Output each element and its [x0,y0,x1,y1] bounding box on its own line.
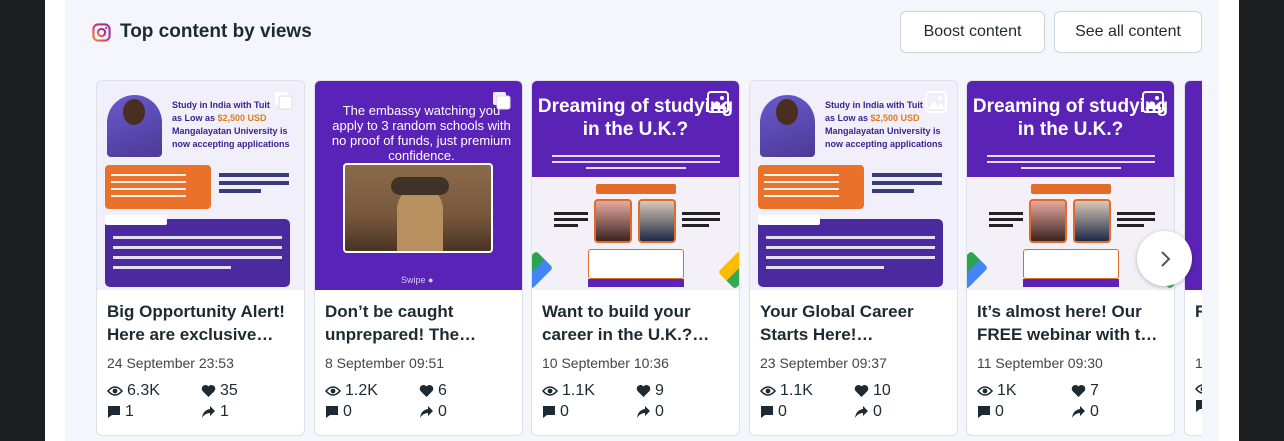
section-header: Top content by views [92,14,312,50]
shares-stat: 0 [854,403,948,421]
university-logo [872,173,942,197]
boost-content-button[interactable]: Boost content [900,11,1045,53]
speaker-photo [638,199,676,243]
chevron-right-icon [1160,250,1170,267]
eye-icon [760,386,776,396]
views-stat: 1.2K [325,382,419,400]
comment-icon [978,406,990,418]
shares-stat: 0 [1071,403,1165,421]
post-date: 8 September 09:51 [325,355,445,371]
heart-icon [636,385,651,397]
post-stats: 1.2K 6 0 0 [325,382,512,421]
post-thumbnail[interactable]: The embassy watching you apply to 3 rand… [315,81,522,290]
post-stats: 1.1K 10 0 0 [760,382,947,421]
likes-stat: 10 [854,382,948,400]
university-logo [219,173,289,197]
post-thumbnail[interactable]: Study in India with Tuit as Low as $2,500… [750,81,957,290]
post-caption: R j… [1195,300,1202,346]
content-card[interactable]: The embassy watching you apply to 3 rand… [314,80,523,436]
eye-icon [977,386,993,396]
comment-icon [108,406,120,418]
comments-stat: 0 [542,403,636,421]
share-icon [637,406,650,418]
shares-stat: 0 [636,403,730,421]
post-caption: Don’t be caught unprepared! The… [325,302,477,344]
share-icon [855,406,868,418]
comment-icon [1196,400,1202,412]
post-stats: 6.3K 35 1 1 [107,382,294,421]
comment-icon [761,406,773,418]
eye-icon [1195,384,1202,394]
likes-stat: 35 [201,382,295,400]
meerkat-photo [343,163,493,253]
post-date: 1( [1195,355,1202,371]
shares-stat: 1 [201,403,295,421]
heart-icon [1071,385,1086,397]
share-icon [1072,406,1085,418]
comment-icon [326,406,338,418]
comments-stat: 1 [107,403,201,421]
carousel-next-button[interactable] [1137,231,1192,286]
comment-icon [543,406,555,418]
heart-icon [419,385,434,397]
views-stat: 1K [977,382,1071,400]
instagram-icon [92,22,111,42]
likes-stat: 9 [636,382,730,400]
thumbnail-text: The embassy watching you apply to 3 rand… [331,103,512,163]
post-caption: Your Global Career Starts Here!… [760,302,914,344]
content-card[interactable]: Study in India with Tuit as Low as $2,500… [749,80,958,436]
share-icon [420,406,433,418]
views-stat [1195,382,1202,396]
post-caption: Want to build your career in the U.K.?… [542,302,710,344]
content-card[interactable]: Study in India with Tuit as Low as $2,500… [96,80,305,436]
post-stats: 1.1K 9 0 0 [542,382,729,421]
carousel-icon [275,92,293,110]
eye-icon [542,386,558,396]
likes-stat: 6 [419,382,513,400]
heart-icon [854,385,869,397]
post-thumbnail[interactable]: Dreaming of studying in the U.K.? [532,81,739,290]
eye-icon [325,386,341,396]
share-icon [202,406,215,418]
post-caption: It’s almost here! Our FREE webinar with … [977,302,1158,344]
section-title: Top content by views [120,21,312,42]
views-stat: 1.1K [760,382,854,400]
heart-icon [201,385,216,397]
post-date: 23 September 09:37 [760,355,887,371]
comments-stat [1195,399,1202,413]
comments-stat: 0 [977,403,1071,421]
image-icon [1142,91,1164,113]
speaker-photo [1073,199,1111,243]
post-stats [1195,382,1202,413]
eye-icon [107,386,123,396]
post-stats: 1K 7 0 0 [977,382,1164,421]
post-date: 24 September 23:53 [107,355,234,371]
comments-stat: 0 [325,403,419,421]
views-stat: 6.3K [107,382,201,400]
carousel-icon [493,92,511,110]
post-date: 10 September 10:36 [542,355,669,371]
image-icon [707,91,729,113]
speaker-photo [594,199,632,243]
content-carousel: Study in India with Tuit as Low as $2,500… [96,80,1202,441]
speaker-photo [1029,199,1067,243]
content-card[interactable]: Dreaming of studying in the U.K.? Want t… [531,80,740,436]
post-thumbnail[interactable]: Study in India with Tuit as Low as $2,500… [97,81,304,290]
see-all-content-button[interactable]: See all content [1054,11,1202,53]
comments-stat: 0 [760,403,854,421]
likes-stat: 7 [1071,382,1165,400]
swipe-label: Swipe ● [401,275,434,285]
image-icon [925,91,947,113]
shares-stat: 0 [419,403,513,421]
post-caption: Big Opportunity Alert! Here are exclusiv… [107,302,285,344]
post-date: 11 September 09:30 [977,355,1103,371]
views-stat: 1.1K [542,382,636,400]
